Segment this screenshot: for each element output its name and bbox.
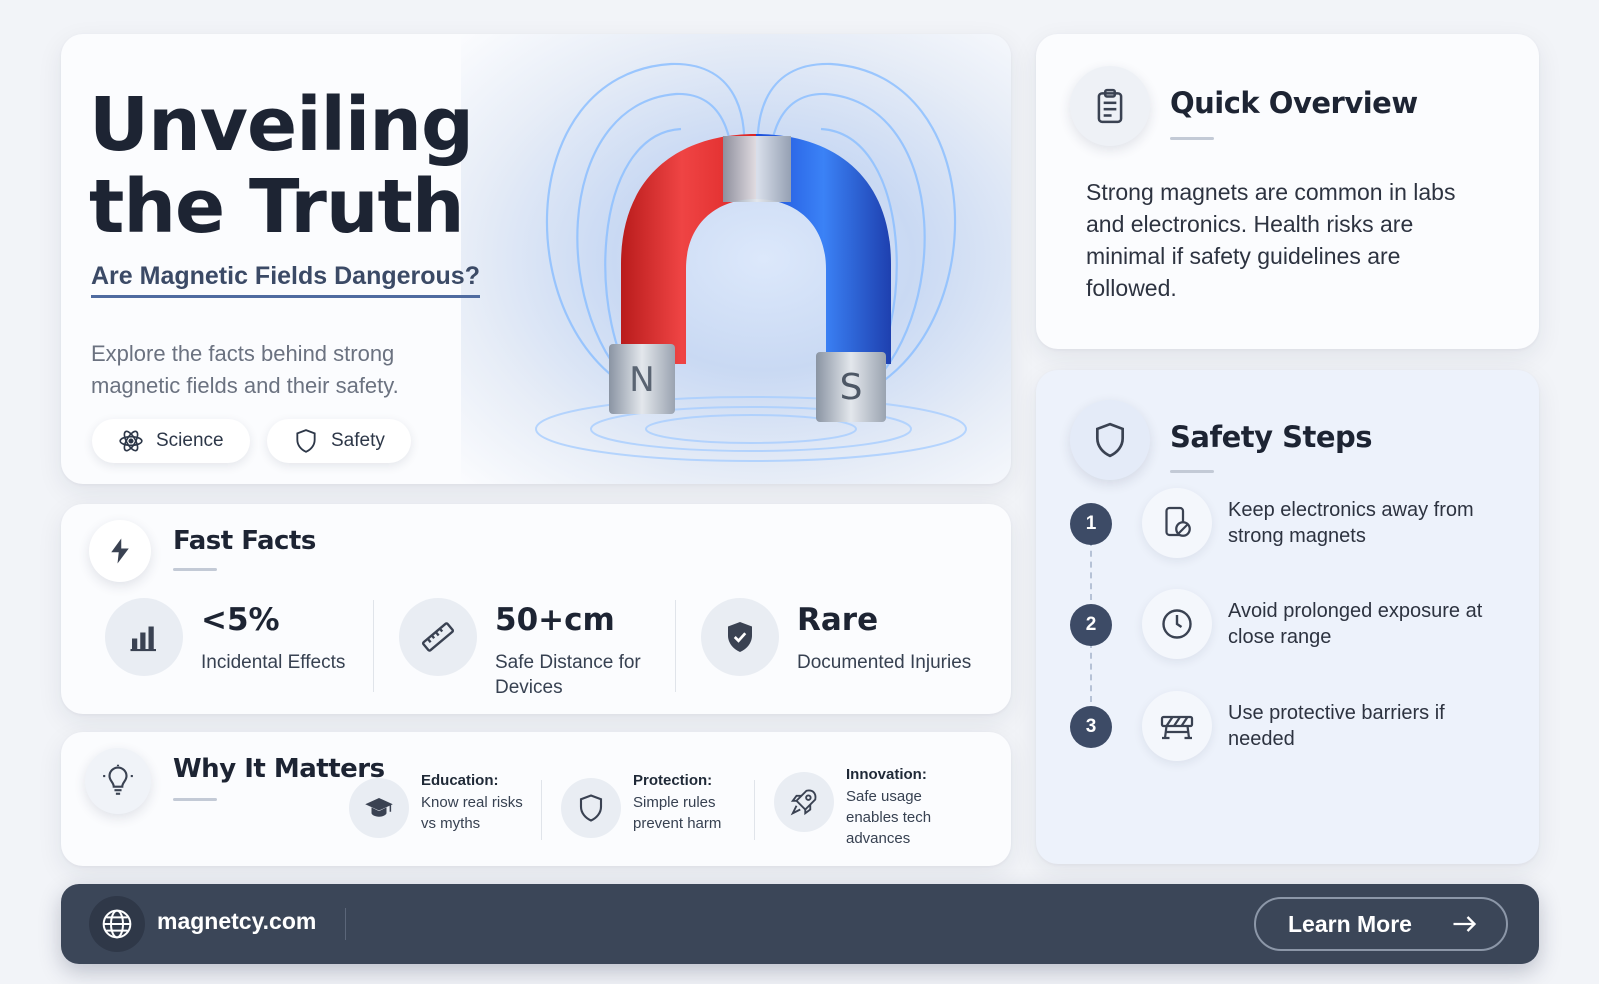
hero-title-line-2: the Truth (89, 164, 465, 250)
hero-title: Unveiling the Truth (89, 84, 509, 248)
why-text: Simple rules prevent harm (633, 794, 722, 832)
fact-label: Safe Distance for Devices (495, 652, 641, 698)
fact-divider (675, 600, 676, 692)
why-it-matters-title-rule (173, 798, 217, 801)
ruler-icon (421, 622, 455, 652)
safety-step-1: 1 Keep electronics away from strong magn… (1070, 488, 1510, 558)
why-icon-badge (561, 778, 621, 838)
hero-card: N S Unveiling the Truth Are Magnetic Fie… (61, 34, 1011, 484)
step-icon-badge (1142, 691, 1212, 761)
globe-icon-badge (89, 896, 145, 952)
safety-steps-title-rule (1170, 470, 1214, 473)
arrow-right-icon (1453, 916, 1477, 932)
graduation-cap-icon (365, 798, 393, 817)
why-item-education: Education: Know real risks vs myths (349, 772, 539, 852)
hero-subtitle: Are Magnetic Fields Dangerous? (91, 262, 480, 298)
safety-step-2: 2 Avoid prolonged exposure at close rang… (1070, 589, 1510, 659)
why-text: Know real risks vs myths (421, 794, 523, 832)
fast-facts-title: Fast Facts (173, 526, 316, 556)
step-icon-badge (1142, 488, 1212, 558)
fact-value: <5% (201, 602, 280, 638)
safety-steps-card: Safety Steps 1 Keep electronics away fro… (1036, 370, 1539, 864)
why-divider (754, 780, 755, 840)
safety-step-3: 3 Use protective barriers if needed (1070, 691, 1510, 761)
overview-title: Quick Overview (1170, 86, 1418, 120)
step-number: 2 (1070, 604, 1112, 646)
learn-more-label: Learn More (1288, 910, 1412, 937)
clock-icon (1162, 609, 1192, 639)
fact-icon-badge (105, 598, 183, 676)
horseshoe-magnet-illustration: N S (535, 62, 967, 462)
step-icon-badge (1142, 589, 1212, 659)
fact-divider (373, 600, 374, 692)
step-number: 1 (1070, 503, 1112, 545)
fact-icon-badge (399, 598, 477, 676)
why-it-matters-card: Why It Matters Education: Know real risk… (61, 732, 1011, 866)
fact-incidental-effects: <5% Incidental Effects (105, 598, 375, 698)
chip-safety-label: Safety (331, 430, 385, 451)
hero-description: Explore the facts behind strong magnetic… (91, 341, 399, 398)
barrier-icon (1160, 715, 1194, 740)
footer-bar: magnetcy.com Learn More (61, 884, 1539, 964)
clipboard-icon (1097, 88, 1123, 124)
fact-value: Rare (797, 602, 879, 638)
why-icon-badge (774, 772, 834, 832)
learn-more-button[interactable]: Learn More (1254, 897, 1508, 951)
why-text: Safe usage enables tech advances (846, 788, 932, 847)
lightbulb-icon-badge (85, 748, 151, 814)
why-heading: Protection: (633, 772, 713, 789)
why-icon-badge (349, 778, 409, 838)
overview-title-rule (1170, 137, 1214, 140)
footer-divider (345, 908, 346, 940)
lightning-icon-badge (89, 520, 151, 582)
fact-icon-badge (701, 598, 779, 676)
step-number: 3 (1070, 706, 1112, 748)
clipboard-icon-badge (1070, 66, 1150, 146)
device-magnet-icon (1165, 506, 1191, 537)
fact-label: Documented Injuries (797, 652, 972, 673)
hero-title-line-1: Unveiling (89, 82, 474, 168)
overview-text: Strong magnets are common in labs and el… (1086, 179, 1456, 301)
shield-icon (579, 794, 603, 822)
step-text: Keep electronics away from strong magnet… (1228, 499, 1474, 547)
fast-facts-card: Fast Facts <5% Incidental Effects 50+cm … (61, 504, 1011, 714)
why-item-innovation: Innovation: Safe usage enables tech adva… (774, 766, 974, 847)
shield-icon-badge (1070, 400, 1150, 480)
why-divider (541, 780, 542, 840)
chip-science-label: Science (156, 430, 224, 451)
atom-icon (119, 430, 143, 452)
fact-label: Incidental Effects (201, 652, 346, 673)
lightbulb-icon (103, 764, 133, 795)
fast-facts-title-rule (173, 568, 217, 571)
globe-icon (102, 909, 132, 939)
step-text: Use protective barriers if needed (1228, 702, 1445, 750)
shield-icon (296, 429, 316, 453)
fact-safe-distance: 50+cm Safe Distance for Devices (399, 598, 669, 698)
bar-chart-icon (130, 626, 156, 652)
site-link[interactable]: magnetcy.com (157, 908, 316, 935)
why-heading: Innovation: (846, 766, 927, 783)
fact-value: 50+cm (495, 602, 615, 638)
why-heading: Education: (421, 772, 499, 789)
why-item-protection: Protection: Simple rules prevent harm (561, 772, 751, 852)
lightning-icon (111, 538, 129, 564)
step-text: Avoid prolonged exposure at close range (1228, 600, 1483, 648)
quick-overview-card: Quick Overview Strong magnets are common… (1036, 34, 1539, 349)
safety-steps-title: Safety Steps (1170, 420, 1373, 454)
rocket-icon (790, 789, 817, 816)
chip-science[interactable]: Science (92, 419, 250, 463)
chip-safety[interactable]: Safety (267, 419, 411, 463)
magnet-pole-s: S (840, 367, 863, 408)
magnet-pole-n: N (629, 360, 654, 400)
shield-check-icon (728, 622, 752, 652)
fact-documented-injuries: Rare Documented Injuries (701, 598, 981, 698)
shield-icon (1095, 422, 1125, 458)
